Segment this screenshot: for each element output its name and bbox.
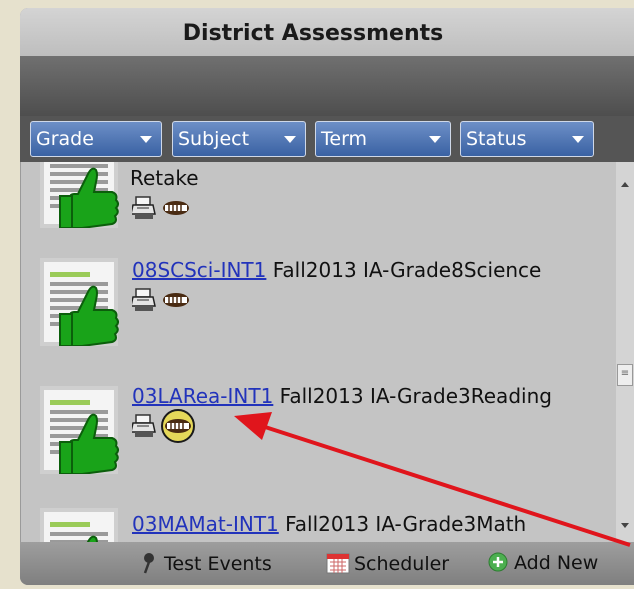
status-filter-dropdown[interactable]: Status — [460, 121, 594, 157]
grade-filter-label: Grade — [36, 128, 94, 150]
scroll-up-icon[interactable] — [621, 182, 629, 187]
plus-circle-icon — [488, 552, 508, 572]
term-filter-dropdown[interactable]: Term — [315, 121, 451, 157]
assessment-name: Fall2013 IA-Grade8Science — [266, 258, 542, 282]
filter-bar: Grade Subject Term Status — [20, 116, 634, 162]
term-filter-label: Term — [321, 128, 368, 150]
scroll-thumb[interactable]: ≡ — [617, 364, 633, 386]
assessment-pill-icon[interactable] — [162, 196, 190, 220]
panel-footer: Test Events Scheduler Add New — [20, 542, 634, 585]
add-new-link[interactable]: Add New — [488, 552, 598, 574]
list-item-text: Retake — [130, 166, 199, 190]
assessment-list: Retake 08SCSci-INT1 Fall2013 IA-Grade8Sc… — [20, 162, 616, 542]
pin-icon — [143, 553, 154, 574]
thumbs-up-document-icon[interactable] — [40, 162, 122, 228]
list-item-text: 03MAMat-INT1 Fall2013 IA-Grade3Math — [132, 512, 526, 536]
list-item-text: 08SCSci-INT1 Fall2013 IA-Grade8Science — [132, 258, 541, 282]
print-icon[interactable] — [132, 414, 156, 438]
assessment-name: Fall2013 IA-Grade3Reading — [273, 384, 552, 408]
thumbs-up-document-icon[interactable] — [40, 504, 122, 542]
test-events-link[interactable]: Test Events — [140, 552, 272, 575]
grade-filter-dropdown[interactable]: Grade — [30, 121, 162, 157]
subject-filter-label: Subject — [178, 128, 250, 150]
chevron-down-icon — [284, 136, 296, 143]
district-assessments-panel: District Assessments Grade Subject Term … — [20, 8, 634, 585]
list-item-text: 03LARea-INT1 Fall2013 IA-Grade3Reading — [132, 384, 552, 408]
add-new-label: Add New — [514, 552, 599, 574]
assessment-pill-icon-highlighted[interactable] — [160, 408, 196, 444]
panel-title: District Assessments — [182, 21, 444, 46]
assessment-name: Fall2013 IA-Grade3Math — [278, 512, 527, 536]
item-actions — [132, 196, 212, 222]
chevron-down-icon — [572, 136, 584, 143]
assessment-link[interactable]: 03MAMat-INT1 — [132, 512, 279, 536]
status-filter-label: Status — [466, 128, 527, 150]
list-scrollbar[interactable]: ≡ — [616, 162, 634, 542]
assessment-pill-icon[interactable] — [162, 288, 190, 312]
print-icon[interactable] — [132, 196, 156, 220]
subject-filter-dropdown[interactable]: Subject — [172, 121, 306, 157]
assessment-name: Retake — [130, 166, 199, 190]
scroll-down-icon[interactable] — [621, 523, 629, 528]
assessment-link[interactable]: 03LARea-INT1 — [132, 384, 273, 408]
thumbs-up-document-icon[interactable] — [40, 254, 122, 346]
test-events-label: Test Events — [164, 553, 272, 575]
item-actions — [132, 288, 212, 314]
panel-header: District Assessments — [20, 8, 634, 60]
chevron-down-icon — [140, 136, 152, 143]
print-icon[interactable] — [132, 288, 156, 312]
scheduler-link[interactable]: Scheduler — [326, 552, 449, 575]
assessment-link[interactable]: 08SCSci-INT1 — [132, 258, 266, 282]
thumbs-up-document-icon[interactable] — [40, 382, 122, 474]
chevron-down-icon — [429, 136, 441, 143]
calendar-icon — [326, 553, 350, 574]
item-actions — [132, 409, 222, 443]
panel-toolbar — [20, 56, 634, 138]
scheduler-label: Scheduler — [354, 553, 450, 575]
